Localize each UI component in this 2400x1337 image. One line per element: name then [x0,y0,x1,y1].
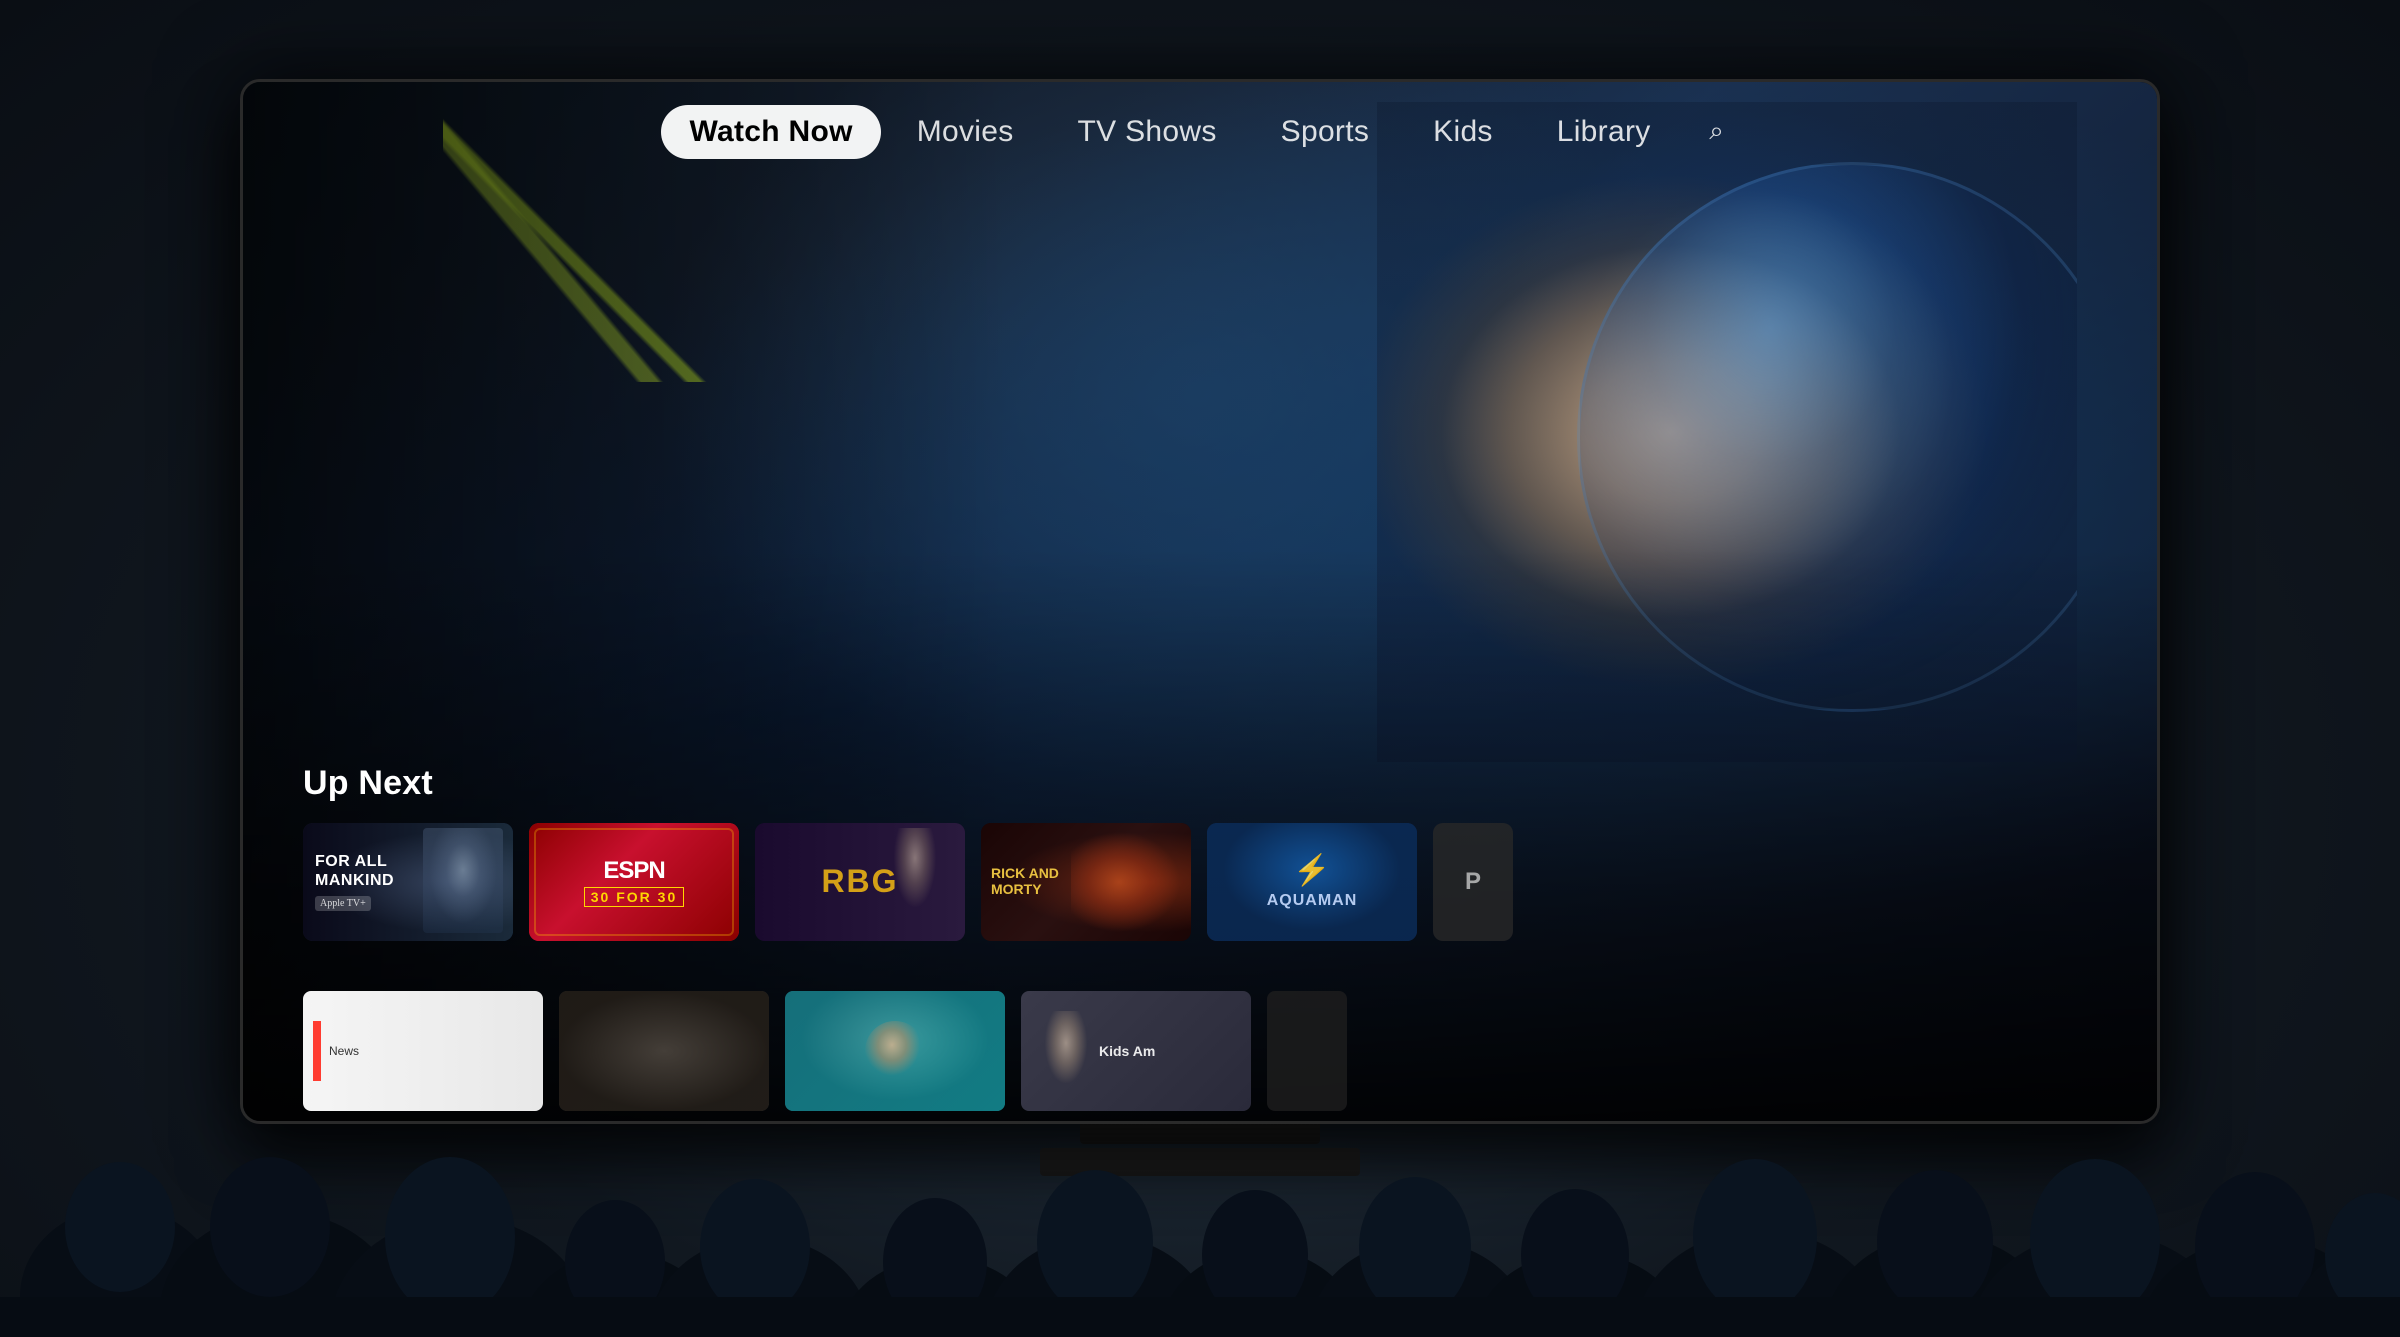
up-next-label: Up Next [303,764,2157,803]
nav-watch-now[interactable]: Watch Now [661,105,880,159]
partial-card-letter: P [1465,868,1481,896]
audience-silhouettes [0,917,2400,1337]
search-button[interactable]: ⌕ [1695,110,1739,154]
aquaman-title: AQUAMAN [1267,892,1358,910]
nav-tv-shows[interactable]: TV Shows [1050,105,1245,159]
nav-movies[interactable]: Movies [889,105,1042,159]
apple-tv-badge: Apple TV+ [315,896,371,911]
nav-library[interactable]: Library [1529,105,1679,159]
search-icon: ⌕ [1709,116,1724,147]
nav-sports[interactable]: Sports [1253,105,1398,159]
trident-icon: ⚡ [1293,853,1330,888]
up-next-section: Up Next FOR ALLMANKIND Apple TV+ [303,764,2157,941]
navigation-bar: Watch Now Movies TV Shows Sports Kids Li… [243,82,2157,172]
nav-kids[interactable]: Kids [1405,105,1521,159]
